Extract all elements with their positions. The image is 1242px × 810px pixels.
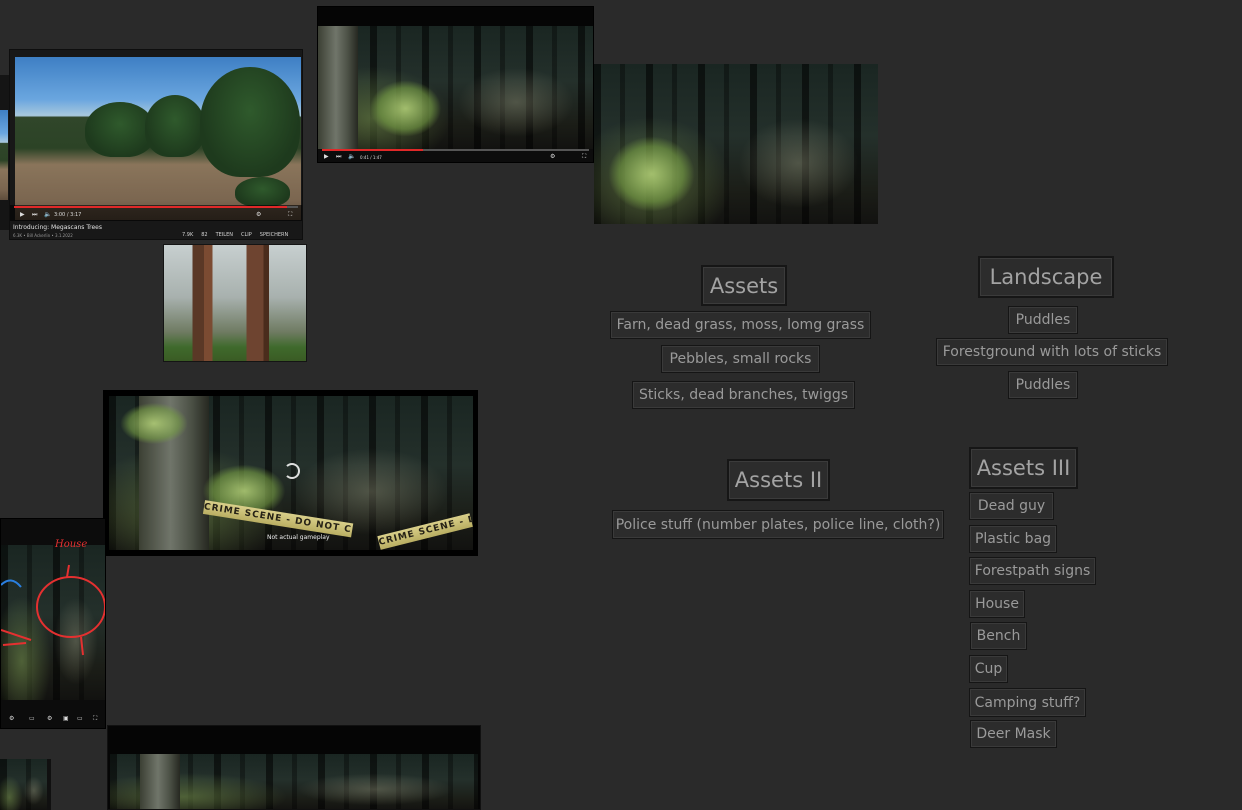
miniplayer-icon[interactable]: ▣ (63, 715, 69, 723)
note-heading-assets-ii[interactable]: Assets II (727, 459, 830, 501)
note-item[interactable]: Camping stuff? (969, 688, 1086, 717)
fern-shape (109, 396, 199, 451)
play-icon[interactable]: ▶ (324, 153, 329, 161)
clip-button[interactable]: CLIP (241, 232, 252, 238)
video-time: 3:00 / 3:17 (54, 212, 82, 218)
loading-spinner-icon (284, 463, 300, 479)
annotation-strokes (1, 564, 105, 656)
next-icon[interactable]: ⏭ (336, 153, 341, 161)
note-item[interactable]: Puddles (1008, 371, 1078, 399)
note-heading-assets[interactable]: Assets (701, 265, 787, 306)
video-controls-bar: ▶ ⏭ 🔈 3:00 / 3:17 ⚙ ⛶ (10, 205, 302, 221)
note-item[interactable]: Forestpath signs (969, 557, 1096, 585)
note-heading-landscape[interactable]: Landscape (978, 256, 1114, 298)
image-edge-bottom (0, 759, 47, 810)
share-button[interactable]: TEILEN (216, 232, 233, 238)
moodboard-canvas[interactable]: ▶ ⏭ 🔈 3:00 / 3:17 ⚙ ⛶ Introducing: Megas… (0, 0, 1242, 810)
image-card-redwoods[interactable] (163, 244, 307, 362)
note-heading-assets-iii[interactable]: Assets III (969, 447, 1078, 489)
video-title: Introducing: Megascans Trees (13, 224, 102, 231)
note-item[interactable]: Police stuff (number plates, police line… (612, 510, 944, 539)
image-card-annotated[interactable]: House ⚙ ▭ ⚙ ▣ ▭ ⛶ (0, 518, 106, 729)
image-card-video-trees[interactable]: ▶ ⏭ 🔈 3:00 / 3:17 ⚙ ⛶ Introducing: Megas… (9, 49, 303, 240)
image-card-edge-bottom[interactable] (0, 759, 51, 810)
image-edge-top (0, 110, 8, 200)
volume-icon[interactable]: 🔈 (44, 211, 51, 219)
image-subtitle: Not actual gameplay (267, 534, 330, 541)
image-crime-scene-forest: CRIME SCENE - DO NOT CROSS CRIME SCENE -… (109, 396, 473, 550)
video-progress-fill (14, 206, 287, 208)
play-icon[interactable]: ▶ (20, 211, 25, 219)
theater-icon[interactable]: ▭ (77, 715, 83, 723)
gear-icon[interactable]: ⚙ (47, 715, 52, 723)
note-item[interactable]: Puddles (1008, 306, 1078, 334)
image-card-bottom-forest[interactable] (107, 725, 481, 810)
video-progress-fill (322, 149, 424, 151)
image-redwood-forest (164, 245, 306, 361)
fullscreen-icon[interactable]: ⛶ (288, 211, 292, 219)
volume-icon[interactable]: 🔈 (348, 153, 355, 161)
note-item[interactable]: Pebbles, small rocks (661, 345, 820, 373)
note-item[interactable]: Forestground with lots of sticks (936, 338, 1168, 366)
note-item[interactable]: Bench (970, 622, 1027, 650)
fullscreen-icon[interactable]: ⛶ (93, 715, 97, 723)
video-frame-pine-landscape (15, 57, 301, 220)
save-button[interactable]: SPEICHERN (260, 232, 288, 238)
tree-trunk-shape (318, 26, 358, 149)
video-actions: 7.9K 82 TEILEN CLIP SPEICHERN (182, 232, 288, 238)
note-item[interactable]: Deer Mask (970, 720, 1057, 748)
image-bottom-forest (110, 754, 478, 809)
note-item[interactable]: Dead guy (969, 492, 1054, 520)
video-frame-forest-fern (318, 26, 593, 149)
pine-tree-shape (235, 177, 290, 207)
dislike-count[interactable]: 82 (201, 232, 207, 238)
police-tape: CRIME SCENE - DO (377, 513, 473, 550)
note-item[interactable]: Farn, dead grass, moss, lomg grass (610, 311, 871, 339)
video-controls-bar: ▶ ⏭ 🔈 0:41 / 1:47 ⚙ ⛶ (318, 149, 593, 162)
image-forest-fern-still (594, 64, 878, 224)
tree-trunk-shape (140, 754, 180, 809)
settings-icon[interactable]: ⚙ (256, 211, 261, 219)
next-icon[interactable]: ⏭ (32, 211, 37, 219)
image-annotated-forest (1, 545, 105, 700)
pine-tree-shape (200, 67, 300, 177)
settings-icon[interactable]: ⚙ (9, 715, 14, 723)
image-card-forest-still[interactable] (594, 64, 878, 224)
note-item[interactable]: Cup (969, 655, 1008, 683)
fern-shape (594, 124, 709, 224)
subtitles-icon[interactable]: ▭ (29, 715, 35, 723)
fullscreen-icon[interactable]: ⛶ (582, 153, 586, 161)
fern-shape (358, 71, 453, 146)
like-count[interactable]: 7.9K (182, 232, 193, 238)
image-card-video-forest[interactable]: ▶ ⏭ 🔈 0:41 / 1:47 ⚙ ⛶ (317, 6, 594, 163)
note-item[interactable]: Sticks, dead branches, twiggs (632, 381, 855, 409)
video-progress-bar[interactable] (14, 206, 298, 208)
video-controls-bar: ⚙ ▭ ⚙ ▣ ▭ ⛶ (1, 709, 105, 728)
pine-tree-shape (145, 95, 205, 157)
image-card-crime-scene[interactable]: CRIME SCENE - DO NOT CROSS CRIME SCENE -… (103, 390, 478, 556)
annotation-label: House (55, 539, 88, 550)
video-meta: 6.3K • Bill Ackerlin • 3.1.2022 (13, 233, 73, 238)
note-item[interactable]: Plastic bag (969, 525, 1057, 553)
video-time: 0:41 / 1:47 (360, 155, 382, 160)
settings-icon[interactable]: ⚙ (550, 153, 555, 161)
note-item[interactable]: House (969, 590, 1025, 618)
video-progress-bar[interactable] (322, 149, 589, 151)
